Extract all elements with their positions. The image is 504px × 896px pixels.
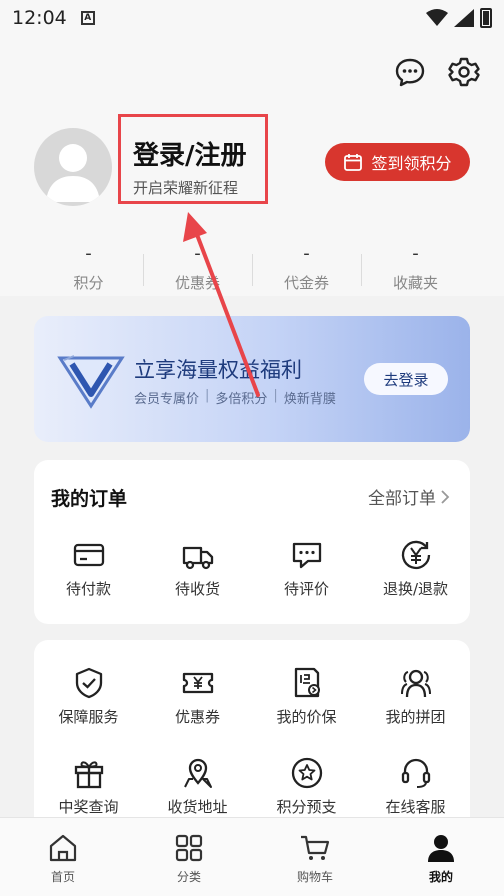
service-group-buy[interactable]: 我的拼团 (361, 666, 470, 727)
order-item-label: 待评价 (283, 580, 329, 598)
nav-category[interactable]: 分类 (126, 818, 252, 896)
stat-value: - (303, 243, 310, 264)
honor-v-logo-icon (57, 355, 125, 409)
truck-icon (182, 546, 213, 570)
service-label: 优惠券 (174, 708, 220, 726)
order-refund[interactable]: 退换/退款 (361, 538, 470, 599)
go-login-button[interactable]: 去登录 (364, 363, 448, 395)
notification-icon: A (80, 11, 95, 25)
member-benefits-banner[interactable]: 立享海量权益福利 会员专属价 | 多倍积分 | 焕新背膜 去登录 (34, 316, 470, 442)
stat-coupons[interactable]: - 优惠券 (143, 243, 252, 296)
service-label: 我的拼团 (385, 708, 446, 726)
order-pending-receipt[interactable]: 待收货 (143, 538, 252, 599)
chevron-right-icon (441, 489, 450, 504)
user-icon (428, 835, 454, 862)
stat-label: 代金券 (283, 274, 329, 292)
service-protection[interactable]: 保障服务 (34, 666, 143, 727)
location-icon (183, 758, 212, 788)
calendar-icon (344, 154, 363, 171)
stat-value: - (412, 243, 419, 264)
home-icon (49, 834, 77, 862)
signal-icon (454, 9, 474, 27)
order-pending-review[interactable]: 待评价 (252, 538, 361, 599)
service-points-advance[interactable]: 积分预支 (252, 756, 361, 817)
service-address[interactable]: 收货地址 (143, 756, 252, 817)
nav-label: 首页 (50, 870, 75, 884)
login-register-link[interactable]: 登录/注册 开启荣耀新征程 (118, 114, 268, 204)
orders-title: 我的订单 (51, 488, 128, 510)
status-time: 12:04 (12, 7, 67, 29)
login-subtitle: 开启荣耀新征程 (133, 179, 239, 197)
stats-row: - 积分 - 优惠券 - 代金券 - 收藏夹 (34, 243, 470, 296)
avatar[interactable] (34, 128, 112, 206)
benefit-member-price: 会员专属价 (134, 392, 200, 407)
divider: | (205, 388, 210, 403)
wifi-icon (426, 9, 448, 26)
stat-label: 优惠券 (174, 274, 220, 292)
stat-favorites[interactable]: - 收藏夹 (361, 243, 470, 296)
divider: | (273, 388, 278, 403)
order-item-label: 待收货 (174, 580, 220, 598)
banner-subtitle: 会员专属价 | 多倍积分 | 焕新背膜 (134, 388, 336, 407)
nav-label: 我的 (428, 870, 453, 884)
service-online-support[interactable]: 在线客服 (361, 756, 470, 817)
bottom-nav: 首页 分类 购物车 我的 (0, 817, 504, 896)
nav-home[interactable]: 首页 (0, 818, 126, 896)
shield-icon (75, 667, 102, 699)
order-pending-payment[interactable]: 待付款 (34, 538, 143, 599)
refund-icon (401, 540, 430, 570)
service-prize-query[interactable]: 中奖查询 (34, 756, 143, 817)
services-card: 保障服务 优惠券 我的价保 我的拼团 中奖查询 收货地址 积分预支 在线客服 (34, 640, 470, 840)
benefit-multi-points: 多倍积分 (215, 392, 268, 407)
stat-label: 积分 (73, 274, 104, 292)
signin-label: 签到领积分 (371, 154, 452, 173)
nav-label: 分类 (176, 870, 201, 884)
login-title: 登录/注册 (133, 141, 247, 171)
stat-value: - (85, 243, 92, 264)
gift-icon (74, 761, 103, 789)
comment-icon (292, 542, 321, 569)
points-icon (291, 757, 322, 789)
default-avatar-icon (46, 144, 100, 202)
status-bar: 12:04 A (0, 0, 504, 36)
service-coupons[interactable]: 优惠券 (143, 666, 252, 727)
stat-points[interactable]: - 积分 (34, 243, 143, 296)
stat-vouchers[interactable]: - 代金券 (252, 243, 361, 296)
service-label: 中奖查询 (58, 798, 119, 816)
nav-cart[interactable]: 购物车 (252, 818, 378, 896)
benefit-back-film: 焕新背膜 (283, 392, 336, 407)
nav-label: 购物车 (296, 870, 333, 884)
service-label: 收货地址 (167, 798, 228, 816)
cart-icon (301, 835, 330, 860)
group-icon (400, 669, 431, 698)
service-label: 在线客服 (385, 798, 446, 816)
category-icon (175, 834, 203, 862)
my-orders-card: 我的订单 全部订单 待付款 待收货 待评价 退换/退款 (34, 460, 470, 624)
order-item-label: 待付款 (65, 580, 111, 598)
service-label: 积分预支 (276, 798, 337, 816)
service-price-protect[interactable]: 我的价保 (252, 666, 361, 727)
service-label: 我的价保 (276, 708, 337, 726)
status-indicators (426, 8, 492, 28)
order-item-label: 退换/退款 (382, 580, 449, 598)
profile-header: 登录/注册 开启荣耀新征程 签到领积分 - 积分 - 优惠券 - 代金券 - 收… (0, 36, 504, 296)
battery-icon (480, 8, 492, 28)
all-orders-link[interactable]: 全部订单 (368, 484, 450, 509)
stat-value: - (194, 243, 201, 264)
banner-title: 立享海量权益福利 (134, 358, 302, 382)
service-label: 保障服务 (58, 708, 119, 726)
settings-icon[interactable] (448, 56, 480, 88)
price-protect-icon (294, 667, 320, 698)
message-icon[interactable] (394, 56, 426, 88)
headset-icon (401, 758, 430, 788)
nav-mine[interactable]: 我的 (378, 818, 504, 896)
coupon-icon (182, 672, 213, 694)
signin-points-button[interactable]: 签到领积分 (325, 143, 470, 181)
stat-label: 收藏夹 (392, 274, 438, 292)
all-orders-label: 全部订单 (368, 489, 436, 509)
card-icon (73, 543, 104, 567)
